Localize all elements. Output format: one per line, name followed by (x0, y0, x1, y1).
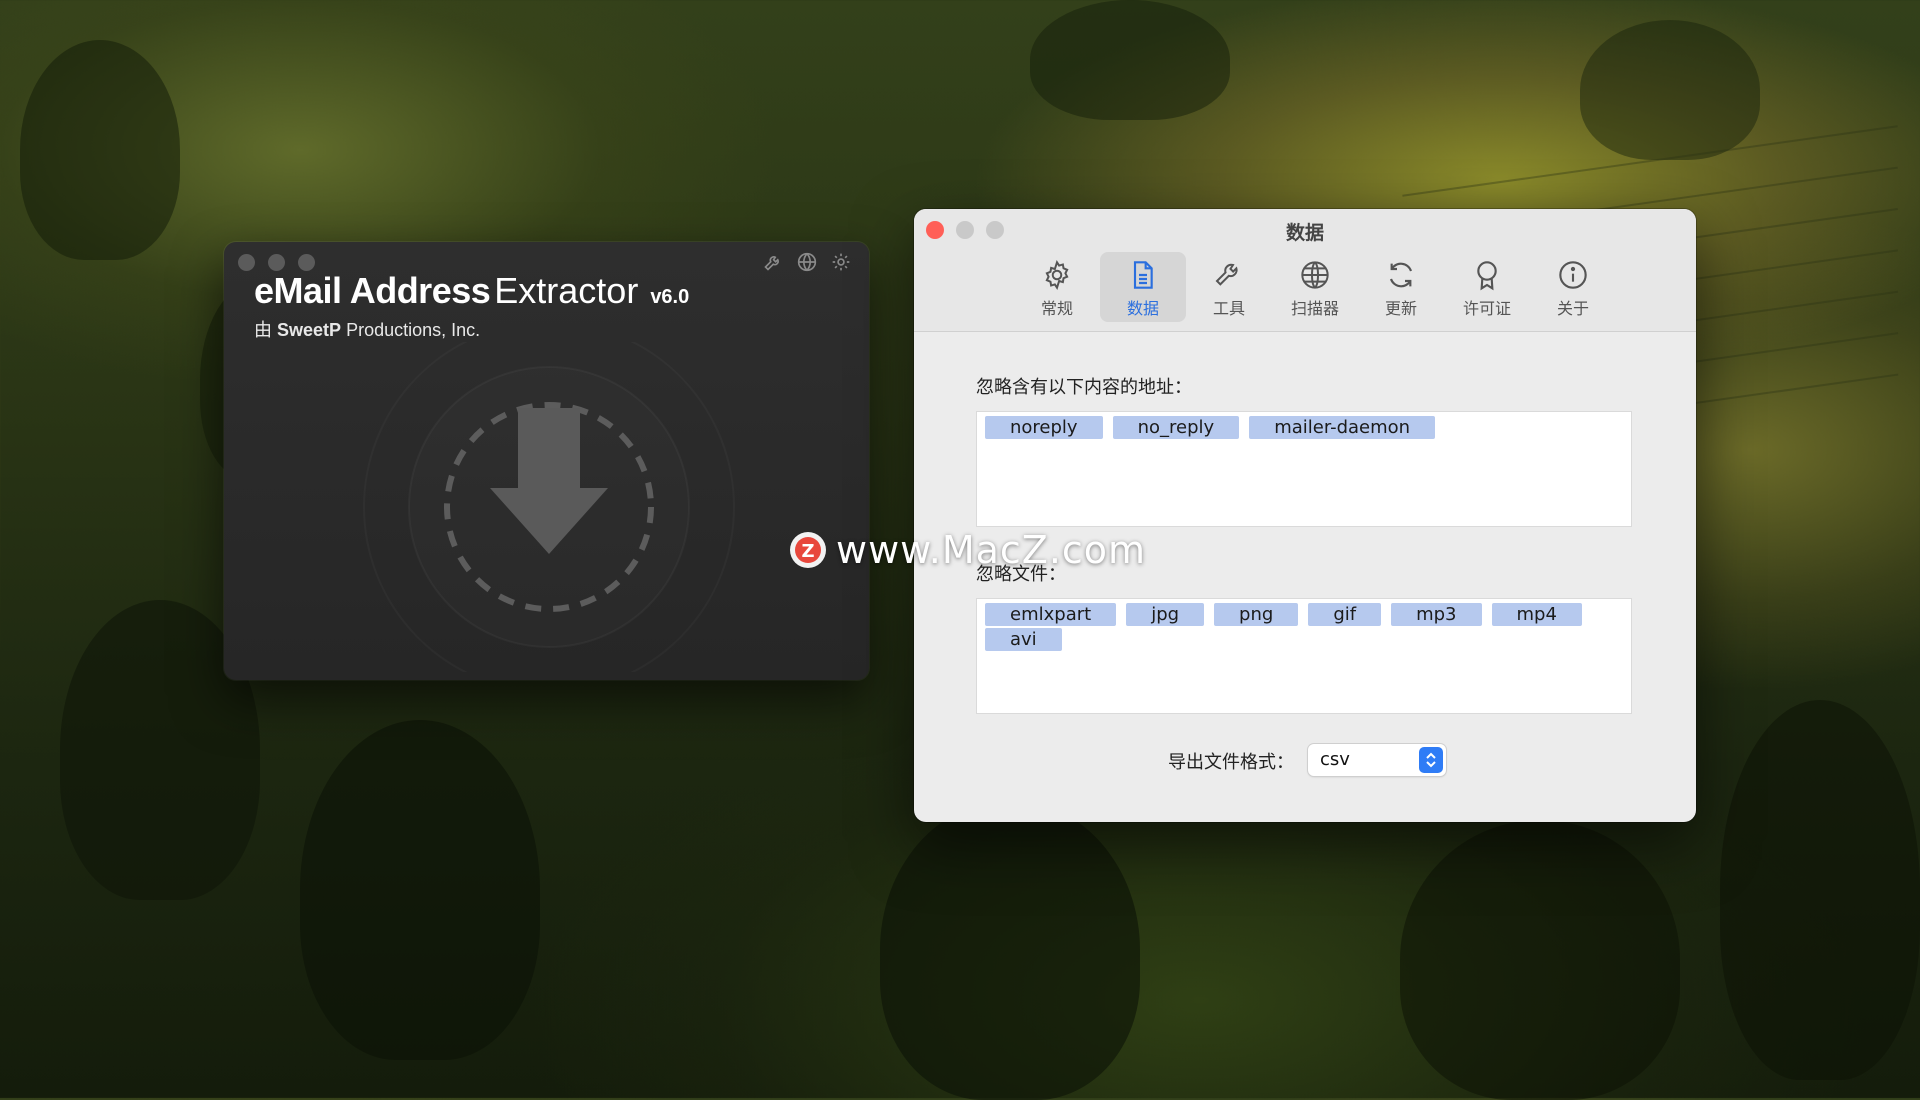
tab-label: 许可证 (1462, 299, 1511, 318)
app-title-bold: eMail Address (254, 270, 491, 311)
watermark-logo: Z (790, 532, 826, 568)
tab-license[interactable]: 许可证 (1444, 252, 1530, 322)
token[interactable]: noreply (985, 416, 1103, 439)
token[interactable]: mailer-daemon (1249, 416, 1436, 439)
drop-zone[interactable] (324, 342, 774, 672)
tab-tools[interactable]: 工具 (1186, 252, 1272, 322)
gear-icon[interactable] (829, 250, 853, 274)
ignore-addresses-label: 忽略含有以下内容的地址： (976, 377, 1192, 398)
token[interactable]: no_reply (1112, 416, 1240, 439)
refresh-icon (1383, 257, 1419, 293)
tab-label: 更新 (1384, 299, 1417, 318)
ignore-addresses-field[interactable]: noreply no_reply mailer-daemon (976, 411, 1632, 527)
export-format-label: 导出文件格式： (1168, 752, 1294, 773)
tab-label: 数据 (1126, 299, 1159, 318)
zoom-button[interactable] (298, 254, 315, 271)
tab-label: 扫描器 (1290, 299, 1339, 318)
export-format-row: 导出文件格式： csv (914, 744, 1696, 778)
export-format-select[interactable]: csv (1308, 744, 1446, 776)
subtitle-company-rest: Productions, Inc. (346, 320, 481, 340)
chevron-updown-icon (1419, 747, 1443, 773)
token[interactable]: emlxpart (985, 603, 1117, 626)
window-controls (238, 254, 315, 271)
tab-label: 关于 (1556, 299, 1589, 318)
minimize-button[interactable] (268, 254, 285, 271)
subtitle-prefix: 由 (254, 320, 272, 340)
token[interactable]: avi (985, 628, 1062, 651)
ignore-files-field[interactable]: emlxpart jpg png gif mp3 mp4 avi (976, 598, 1632, 714)
app-toolbar (761, 250, 853, 274)
app-title: eMail Address Extractor v6.0 (254, 270, 689, 312)
tab-label: 常规 (1040, 299, 1073, 318)
watermark-text: www.MacZ.com (836, 528, 1147, 572)
globe-icon[interactable] (795, 250, 819, 274)
tab-label: 工具 (1212, 299, 1245, 318)
pref-tabs: 常规 数据 工具 扫描器 更新 许可证 关于 (1014, 252, 1616, 322)
app-subtitle: 由 SweetP Productions, Inc. (254, 316, 480, 342)
tab-update[interactable]: 更新 (1358, 252, 1444, 322)
tab-about[interactable]: 关于 (1530, 252, 1616, 322)
watermark: Z www.MacZ.com (790, 528, 1146, 572)
globe-icon (1297, 257, 1333, 293)
token[interactable]: jpg (1126, 603, 1205, 626)
window-title: 数据 (1285, 222, 1324, 244)
app-title-light: Extractor (494, 270, 639, 311)
token[interactable]: mp3 (1391, 603, 1482, 626)
info-icon (1555, 257, 1591, 293)
tab-scanner[interactable]: 扫描器 (1272, 252, 1358, 322)
document-icon (1125, 257, 1161, 293)
token[interactable]: png (1214, 603, 1299, 626)
select-value: csv (1320, 749, 1350, 770)
preferences-window: 数据 常规 数据 工具 扫描器 更新 许可证 关于 忽略含有以下内容的地址： n… (914, 209, 1696, 822)
app-version: v6.0 (650, 286, 690, 308)
gear-icon (1039, 257, 1075, 293)
token[interactable]: gif (1308, 603, 1382, 626)
wrench-icon[interactable] (761, 250, 785, 274)
pref-toolbar: 数据 常规 数据 工具 扫描器 更新 许可证 关于 (914, 209, 1696, 332)
tab-general[interactable]: 常规 (1014, 252, 1100, 322)
close-button[interactable] (238, 254, 255, 271)
ribbon-icon (1469, 257, 1505, 293)
wrench-icon (1211, 257, 1247, 293)
watermark-logo-letter: Z (801, 541, 814, 562)
token[interactable]: mp4 (1491, 603, 1582, 626)
subtitle-company-bold: SweetP (277, 320, 342, 340)
tab-data[interactable]: 数据 (1100, 252, 1186, 322)
app-window: eMail Address Extractor v6.0 由 SweetP Prod… (224, 242, 869, 680)
